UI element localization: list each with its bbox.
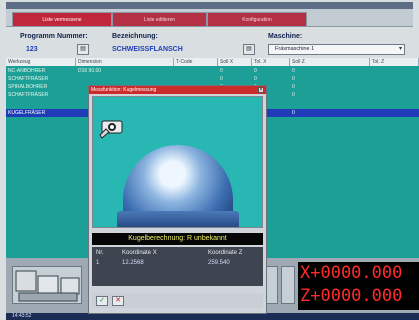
- row-soll-z: 0: [292, 92, 295, 98]
- table-row[interactable]: NC-ANBOHRER D16 90.00 0 0 0: [6, 67, 419, 75]
- grid-row-x: 12.2568: [122, 260, 144, 266]
- col-tol-z: Tol. Z: [370, 58, 419, 66]
- row-tool: NC-ANBOHRER: [8, 68, 46, 74]
- row-tool: SCHAFTFRÄSER: [8, 76, 49, 82]
- spindle-icon[interactable]: [281, 266, 295, 304]
- tab-configuration[interactable]: Konfiguration: [207, 12, 307, 26]
- machine-label: Maschine:: [268, 33, 303, 40]
- row-soll-z: 0: [292, 68, 295, 74]
- row-soll-z: 0: [292, 84, 295, 90]
- tab-edit-list[interactable]: Liste editieren: [112, 12, 207, 26]
- grid-row-nr: 1: [96, 260, 100, 266]
- chevron-down-icon: ▾: [398, 46, 402, 52]
- measurement-dialog: Messfunktion: Kugelmessung × Kugelberech…: [88, 85, 267, 314]
- sphere-base: [117, 211, 239, 227]
- col-dimension: Dimension: [76, 58, 174, 66]
- col-soll-x: Soll X: [218, 58, 252, 66]
- col-tol-x: Tol. X: [252, 58, 290, 66]
- col-tcode: T-Code: [174, 58, 218, 66]
- tab-bar: Liste vermessene Liste editieren Konfigu…: [6, 9, 413, 27]
- designation-edit-button[interactable]: ▤: [243, 44, 255, 55]
- dro-z: Z+0000.000: [300, 286, 403, 306]
- row-tol-x: 0: [254, 68, 257, 74]
- row-tool: KUGELFRÄSER: [8, 110, 46, 116]
- camera-icon: [99, 120, 123, 139]
- grid-row-z: 259.540: [208, 260, 230, 266]
- program-list-button[interactable]: ▤: [77, 44, 89, 55]
- tab-measured-list[interactable]: Liste vermessene: [12, 12, 112, 26]
- grid-header-nr: Nr.: [96, 250, 104, 256]
- title-bar: [6, 2, 413, 9]
- machine-select-value: Fräsmaschine 1: [275, 46, 315, 52]
- program-number-value: 123: [26, 46, 38, 53]
- designation-value: SCHWEISSFLANSCH: [112, 46, 183, 53]
- row-dimension: D16 90.00: [78, 68, 102, 74]
- row-soll-z: 0: [292, 110, 295, 116]
- table-row[interactable]: SCHAFTFRÄSER 0 0 0: [6, 75, 419, 83]
- grid-header-x: Koordinate X: [122, 250, 157, 256]
- message-bar: Kugelberechnung: R unbekannt: [92, 233, 263, 245]
- close-icon[interactable]: ×: [258, 87, 264, 93]
- grid-header-z: Koordinate Z: [208, 250, 243, 256]
- row-tool: SPIRALBOHRER: [8, 84, 48, 90]
- main-window: Liste vermessene Liste editieren Konfigu…: [0, 0, 419, 320]
- col-tool: Werkzeug: [6, 58, 76, 66]
- machine-select[interactable]: Fräsmaschine 1 ▾: [268, 44, 405, 55]
- row-tol-x: 0: [254, 76, 257, 82]
- row-soll-x: 0: [220, 68, 223, 74]
- row-tool: SCHAFTFRÄSER: [8, 92, 49, 98]
- program-number-label: Programm Nummer:: [20, 33, 88, 40]
- machine-illustration: [12, 266, 82, 304]
- dialog-title-text: Messfunktion: Kugelmessung: [91, 87, 157, 93]
- row-soll-x: 0: [220, 76, 223, 82]
- cancel-button[interactable]: ✕: [112, 296, 124, 306]
- coordinate-grid: Nr. Koordinate X Koordinate Z 1 12.2568 …: [92, 247, 263, 286]
- confirm-button[interactable]: ✓: [96, 296, 108, 306]
- status-bar: 14:43:52: [6, 313, 419, 320]
- designation-label: Bezeichnung:: [112, 33, 158, 40]
- dro-x: X+0000.000: [300, 263, 403, 283]
- dialog-title: Messfunktion: Kugelmessung ×: [89, 86, 266, 94]
- dialog-footer: ✓ ✕: [92, 293, 263, 308]
- status-time: 14:43:52: [12, 313, 32, 319]
- col-soll-z: Soll Z: [290, 58, 370, 66]
- table-header: Werkzeug Dimension T-Code Soll X Tol. X …: [6, 58, 419, 66]
- dro-display: X+0000.000 Z+0000.000: [298, 262, 419, 310]
- row-soll-z: 0: [292, 76, 295, 82]
- measurement-view: [92, 96, 263, 228]
